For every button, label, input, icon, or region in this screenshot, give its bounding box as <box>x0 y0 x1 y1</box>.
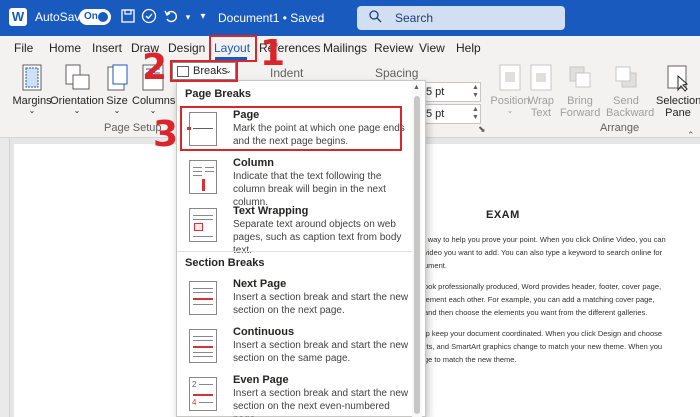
menu-item-desc: Indicate that the text following the col… <box>233 171 386 208</box>
menu-item-text-wrapping-break[interactable]: Text Wrapping Separate text around objec… <box>181 205 413 256</box>
document-title[interactable]: Document1 • Saved <box>218 11 324 25</box>
menu-item-title: Text Wrapping <box>233 205 309 217</box>
menu-item-title: Even Page <box>233 374 289 386</box>
size-button[interactable]: Size ⌄ <box>104 64 130 115</box>
arrange-group-label: Arrange <box>600 122 640 134</box>
position-chevron-icon: ⌄ <box>506 106 514 115</box>
document-line: and then choose the elements you want fr… <box>424 308 648 317</box>
even-page-break-icon: 2 4 <box>189 377 217 411</box>
menu-item-even-page-break[interactable]: 2 4 Even Page Insert a section break and… <box>181 374 413 417</box>
annotation-box-layout-tab <box>209 35 257 62</box>
bring-forward-icon <box>567 64 593 92</box>
spacing-after-value: 5 pt <box>426 108 445 120</box>
toggle-knob <box>98 12 108 22</box>
title-chevron-down-icon[interactable]: ⌄ <box>313 10 331 28</box>
wrap-text-button[interactable]: Wrap Text <box>526 64 556 119</box>
paragraph-dialog-launcher-icon[interactable]: ⬊ <box>478 124 486 135</box>
text-wrapping-break-icon <box>189 208 217 242</box>
spin-arrows-icon[interactable]: ▲ ▼ <box>472 84 479 100</box>
menu-divider <box>177 251 413 252</box>
menu-item-column-break[interactable]: Column Indicate that the text following … <box>181 157 413 208</box>
menu-item-desc: Insert a section break and start the new… <box>233 292 409 316</box>
send-backward-button[interactable]: Send Backward <box>606 64 654 119</box>
selection-pane-label: Selection Pane <box>656 95 700 119</box>
bring-forward-button[interactable]: Bring Forward <box>560 64 600 119</box>
selection-pane-icon <box>665 64 691 92</box>
search-input[interactable]: Search <box>357 6 565 30</box>
document-line: ument. <box>424 261 447 270</box>
annotation-box-breaks <box>170 60 238 82</box>
spacing-before-value: 5 pt <box>426 86 445 98</box>
margins-icon <box>19 64 45 92</box>
bring-forward-label: Bring Forward <box>560 95 601 119</box>
ribbon-tabs: File Home Insert Draw Design Layout Refe… <box>0 36 700 60</box>
tab-view[interactable]: View <box>419 41 445 55</box>
annotation-number: 1 <box>260 33 286 74</box>
document-line: ook professionally produced, Word provid… <box>424 282 662 291</box>
annotation-number: 3 <box>153 114 179 155</box>
column-break-icon <box>189 160 217 194</box>
margins-chevron-icon: ⌄ <box>28 106 36 115</box>
spacing-after-input[interactable]: 5 pt ▲ ▼ <box>425 104 481 124</box>
annotation-number: 2 <box>142 47 168 88</box>
tab-home[interactable]: Home <box>49 41 81 55</box>
document-line: rts, and SmartArt graphics change to mat… <box>424 342 663 351</box>
selection-pane-button[interactable]: Selection Pane <box>656 64 700 119</box>
wrap-text-icon <box>528 64 554 92</box>
document-line: video you want to add. You can also type… <box>424 248 663 257</box>
scroll-up-icon[interactable]: ▲ <box>413 84 420 91</box>
menu-item-title: Continuous <box>233 326 295 338</box>
autosave-toggle[interactable]: On <box>79 9 111 25</box>
word-logo-icon: W <box>9 8 27 26</box>
spin-arrows-icon[interactable]: ▲ ▼ <box>472 106 479 122</box>
tab-review[interactable]: Review <box>374 41 413 55</box>
undo-icon[interactable] <box>162 8 180 26</box>
spacing-heading: Spacing <box>375 66 419 80</box>
wrap-text-label: Wrap Text <box>527 95 555 119</box>
tab-help[interactable]: Help <box>456 41 481 55</box>
document-line: lp keep your document coordinated. When … <box>424 329 663 338</box>
section-breaks-heading: Section Breaks <box>185 257 265 269</box>
spacing-before-input[interactable]: 5 pt ▲ ▼ <box>425 82 481 102</box>
tab-design[interactable]: Design <box>168 41 205 55</box>
document-line: l way to help you prove your point. When… <box>424 235 666 244</box>
title-bar: W AutoSave On ▾ ▾ Document1 • Saved ⌄ Se… <box>0 0 700 36</box>
menu-item-next-page-break[interactable]: Next Page Insert a section break and sta… <box>181 278 413 326</box>
orientation-chevron-icon: ⌄ <box>73 106 81 115</box>
orientation-button[interactable]: Orientation ⌄ <box>50 64 104 115</box>
save-icon[interactable] <box>119 8 137 26</box>
annotation-box-page-item <box>180 106 402 151</box>
next-page-break-icon <box>189 281 217 315</box>
check-circle-icon[interactable] <box>140 8 158 26</box>
position-button[interactable]: Position ⌄ <box>490 64 530 115</box>
continuous-break-icon <box>189 329 217 363</box>
vertical-ruler[interactable] <box>0 138 10 417</box>
send-backward-icon <box>613 64 639 92</box>
margins-button[interactable]: Margins ⌄ <box>12 64 52 115</box>
orientation-icon <box>64 64 90 92</box>
scrollbar-thumb[interactable] <box>414 96 420 414</box>
menu-item-continuous-break[interactable]: Continuous Insert a section break and st… <box>181 326 413 374</box>
size-chevron-icon: ⌄ <box>113 106 121 115</box>
document-heading: EXAM <box>486 209 520 221</box>
document-line: lement each other. For example, you can … <box>424 295 655 304</box>
tab-insert[interactable]: Insert <box>92 41 122 55</box>
position-icon <box>497 64 523 92</box>
menu-item-title: Column <box>233 157 274 169</box>
menu-item-desc: Insert a section break and start the new… <box>233 388 409 417</box>
menu-item-desc: Insert a section break and start the new… <box>233 340 409 364</box>
tab-mailings[interactable]: Mailings <box>323 41 367 55</box>
search-placeholder: Search <box>395 11 434 25</box>
document-line: ge to match the new theme. <box>424 355 517 364</box>
search-icon <box>369 10 382 26</box>
tab-file[interactable]: File <box>14 41 33 55</box>
dropdown-scrollbar[interactable]: ▲ <box>412 82 422 417</box>
customize-toolbar-icon[interactable]: ▾ <box>194 8 212 26</box>
autosave-state: On <box>84 11 98 22</box>
menu-item-title: Next Page <box>233 278 287 290</box>
page-breaks-heading: Page Breaks <box>185 88 252 100</box>
size-icon <box>104 64 130 92</box>
